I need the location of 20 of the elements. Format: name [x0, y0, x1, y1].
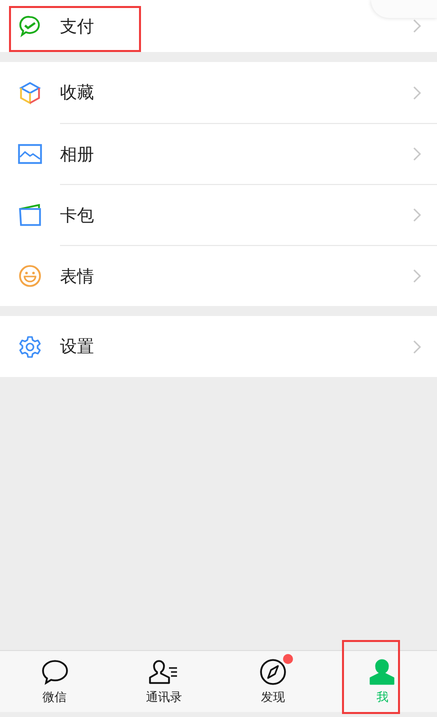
cube-icon: [18, 80, 42, 104]
speech-bubble-icon: [40, 658, 69, 684]
chevron-icon: [413, 208, 421, 222]
chat-check-icon: [18, 14, 42, 38]
wallet-icon: [18, 204, 42, 226]
tab[interactable]: 微信: [0, 651, 110, 712]
chevron-icon: [413, 340, 421, 354]
chevron-icon: [413, 147, 421, 161]
chevron-icon: [413, 86, 421, 100]
settings-icon: [18, 334, 42, 358]
person-icon: [368, 658, 396, 684]
tab[interactable]: 通讯录: [109, 651, 218, 712]
smiley-icon: [18, 264, 42, 288]
chevron-icon: [413, 19, 421, 33]
picture-frame-icon: [18, 144, 42, 164]
compass-icon: [259, 658, 288, 686]
tab[interactable]: 发现: [218, 651, 328, 712]
floating-bubble[interactable]: [371, 0, 437, 18]
person-list-icon: [148, 658, 180, 684]
chevron-icon: [413, 269, 421, 283]
